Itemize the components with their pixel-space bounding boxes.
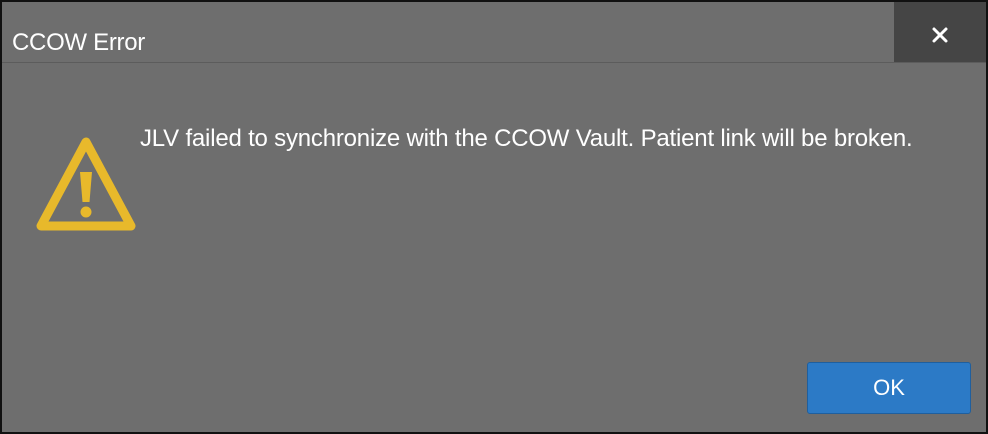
close-button[interactable] [894,2,986,62]
warning-icon [36,137,136,231]
error-message: JLV failed to synchronize with the CCOW … [140,125,913,152]
ok-button[interactable]: OK [807,362,971,414]
close-icon [932,27,948,43]
ccow-error-dialog: CCOW Error JLV failed to synchronize wit… [0,0,988,434]
title-divider [2,62,986,63]
dialog-title: CCOW Error [12,29,145,56]
dialog-title-bar: CCOW Error [2,2,986,64]
